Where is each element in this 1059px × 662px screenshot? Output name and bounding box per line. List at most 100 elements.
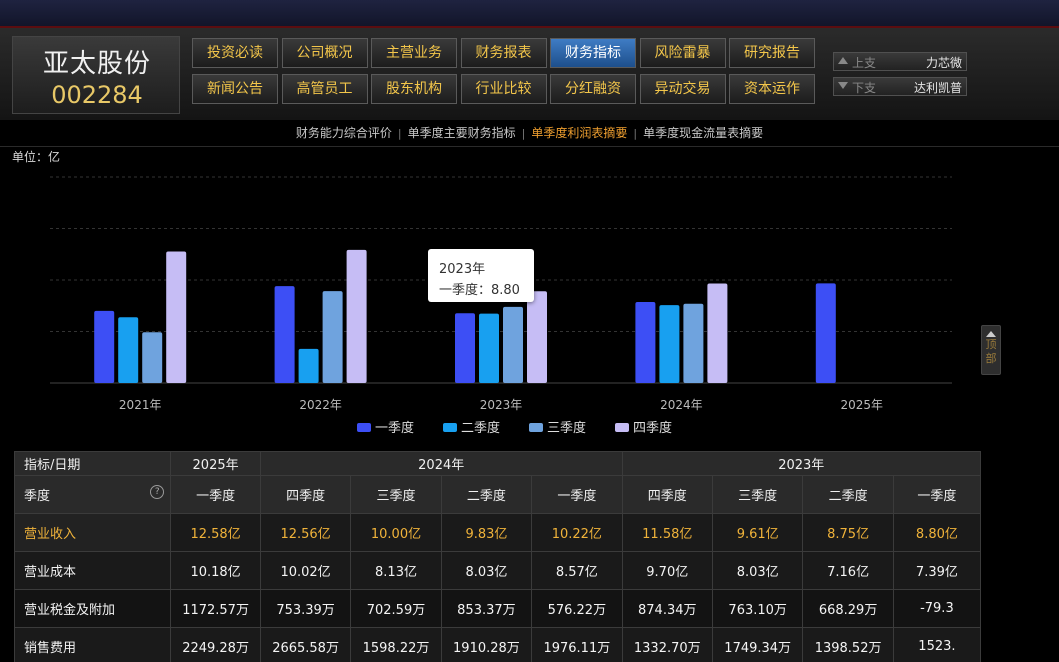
stock-box: 亚太股份 002284 bbox=[12, 36, 180, 114]
legend-swatch[interactable] bbox=[357, 423, 371, 432]
table-cell: 576.22万 bbox=[531, 589, 623, 628]
season-header-6: 三季度 bbox=[711, 475, 804, 514]
nav-row2-item-5[interactable]: 异动交易 bbox=[639, 74, 726, 104]
nav-row2-item-2[interactable]: 股东机构 bbox=[371, 74, 457, 104]
table-row: 销售费用 2249.28万 2665.58万 1598.22万 1910.28万 1976… bbox=[14, 627, 981, 662]
legend-label[interactable]: 一季度 bbox=[375, 420, 414, 436]
season-label-cell: 季度 ? bbox=[14, 475, 172, 514]
next-stock-label: 下支 bbox=[852, 81, 877, 95]
bar-1-4[interactable] bbox=[815, 283, 836, 383]
back-to-top-label-2: 部 bbox=[985, 352, 997, 365]
table-cell: 11.58亿 bbox=[621, 513, 713, 552]
bar-1-0[interactable] bbox=[94, 310, 115, 383]
back-to-top-button[interactable]: 顶 部 bbox=[981, 325, 1001, 375]
subnav-item-3[interactable]: 单季度现金流量表摘要 bbox=[637, 124, 769, 141]
quarterly-revenue-chart: 2021年 2022年 2023年 2024年 2025年一季度 二季度 三季度 四季度 bbox=[50, 176, 952, 436]
legend-swatch[interactable] bbox=[615, 423, 629, 432]
bar-2-1[interactable] bbox=[298, 348, 319, 383]
table-cell: 7.39亿 bbox=[892, 551, 981, 590]
nav-row2-item-1[interactable]: 高管员工 bbox=[281, 74, 368, 104]
bar-4-3[interactable] bbox=[707, 283, 728, 383]
table-cell: 9.70亿 bbox=[621, 551, 713, 590]
nav-row2-item-3[interactable]: 行业比较 bbox=[460, 74, 547, 104]
next-stock-link[interactable]: 下支 达利凯普 bbox=[833, 77, 967, 96]
table-cell: 7.16亿 bbox=[802, 551, 894, 590]
subnav-item-2[interactable]: 单季度利润表摘要 bbox=[525, 124, 633, 141]
help-icon[interactable]: ? bbox=[150, 485, 165, 499]
legend-swatch[interactable] bbox=[443, 423, 457, 432]
tooltip-year: 2023年 bbox=[439, 262, 486, 277]
bar-1-1[interactable] bbox=[274, 286, 295, 383]
table-cell: 2665.58万 bbox=[259, 627, 352, 662]
bar-3-1[interactable] bbox=[322, 291, 343, 383]
nav-row2-item-0[interactable]: 新闻公告 bbox=[192, 74, 278, 104]
table-cell: 8.03亿 bbox=[711, 551, 804, 590]
bar-3-0[interactable] bbox=[142, 332, 163, 383]
nav-row2-item-4[interactable]: 分红融资 bbox=[550, 74, 636, 104]
next-stock-name: 达利凯普 bbox=[913, 81, 962, 95]
table-cell: -79.3 bbox=[892, 589, 981, 628]
legend-label[interactable]: 四季度 bbox=[633, 420, 672, 436]
bar-3-3[interactable] bbox=[683, 303, 704, 383]
x-tick-label: 2023年 bbox=[480, 398, 523, 412]
table-cell: 1332.70万 bbox=[621, 627, 713, 662]
year-header-row: 指标/日期 2025年 2024年 2023年 bbox=[14, 451, 981, 476]
nav-row2-item-6[interactable]: 资本运作 bbox=[729, 74, 815, 104]
bar-2-0[interactable] bbox=[118, 317, 139, 383]
subnav-item-1[interactable]: 单季度主要财务指标 bbox=[402, 124, 522, 141]
season-header-5: 四季度 bbox=[621, 475, 713, 514]
income-table: 指标/日期 2025年 2024年 2023年 季度 ? 一季度 四季度 三季度 二季度一… bbox=[14, 451, 981, 662]
nav-row1-item-6[interactable]: 研究报告 bbox=[729, 38, 815, 68]
down-arrow-icon bbox=[838, 82, 848, 89]
x-tick-label: 2021年 bbox=[119, 398, 162, 412]
bar-4-1[interactable] bbox=[346, 249, 367, 383]
season-header-4: 一季度 bbox=[531, 475, 623, 514]
row-label: 营业收入 bbox=[14, 513, 172, 552]
table-cell: 12.58亿 bbox=[170, 513, 261, 552]
nav-row1-item-3[interactable]: 财务报表 bbox=[460, 38, 547, 68]
prev-stock-name: 力芯微 bbox=[925, 56, 962, 70]
arrow-up-icon bbox=[986, 331, 996, 337]
tooltip-value: 一季度：8.80 bbox=[439, 283, 520, 298]
nav-row1-item-0[interactable]: 投资必读 bbox=[192, 38, 278, 68]
table-cell: 10.00亿 bbox=[350, 513, 442, 552]
table-cell: 1749.34万 bbox=[711, 627, 804, 662]
prev-stock-link[interactable]: 上支 力芯微 bbox=[833, 52, 967, 71]
nav-row1-item-4[interactable]: 财务指标 bbox=[550, 38, 636, 68]
season-header-7: 二季度 bbox=[802, 475, 894, 514]
bar-3-2[interactable] bbox=[503, 306, 523, 383]
nav-row1-item-2[interactable]: 主营业务 bbox=[371, 38, 457, 68]
table-cell: 1598.22万 bbox=[350, 627, 442, 662]
table-cell: 1910.28万 bbox=[440, 627, 533, 662]
top-bar bbox=[0, 0, 1059, 28]
table-row: 营业税金及附加 1172.57万 753.39万 702.59万 853.37万 576.… bbox=[14, 589, 981, 628]
bar-1-2[interactable] bbox=[455, 313, 475, 383]
season-header-1: 四季度 bbox=[259, 475, 352, 514]
legend-label[interactable]: 三季度 bbox=[547, 420, 586, 436]
bar-1-3[interactable] bbox=[635, 302, 656, 383]
income-table-wrap: 指标/日期 2025年 2024年 2023年 季度 ? 一季度 四季度 三季度 二季度一… bbox=[14, 451, 981, 662]
prev-stock-label: 上支 bbox=[852, 56, 877, 70]
nav-row1-item-1[interactable]: 公司概况 bbox=[281, 38, 368, 68]
legend-swatch[interactable] bbox=[529, 423, 543, 432]
nav-row1-item-5[interactable]: 风险雷暴 bbox=[639, 38, 726, 68]
bar-4-2[interactable] bbox=[527, 291, 547, 383]
bar-4-0[interactable] bbox=[166, 251, 187, 383]
bar-2-2[interactable] bbox=[479, 313, 499, 383]
header-label: 指标/日期 bbox=[14, 451, 172, 476]
table-cell: 1172.57万 bbox=[170, 589, 261, 628]
bar-2-3[interactable] bbox=[659, 305, 680, 383]
header: 亚太股份 002284 投资必读 公司概况 主营业务 财务报表 财务指标 风险雷暴 研究报告… bbox=[0, 28, 1059, 120]
table-cell: 8.80亿 bbox=[892, 513, 981, 552]
x-tick-label: 2022年 bbox=[299, 398, 342, 412]
legend-label[interactable]: 二季度 bbox=[461, 420, 500, 436]
table-cell: 8.57亿 bbox=[531, 551, 623, 590]
row-label: 营业税金及附加 bbox=[14, 589, 172, 628]
row-label: 营业成本 bbox=[14, 551, 172, 590]
table-cell: 9.83亿 bbox=[440, 513, 533, 552]
subnav-item-0[interactable]: 财务能力综合评价 bbox=[290, 124, 398, 141]
table-cell: 763.10万 bbox=[711, 589, 804, 628]
x-tick-label: 2024年 bbox=[660, 398, 703, 412]
season-header-2: 三季度 bbox=[350, 475, 442, 514]
stock-code: 002284 bbox=[51, 81, 143, 109]
